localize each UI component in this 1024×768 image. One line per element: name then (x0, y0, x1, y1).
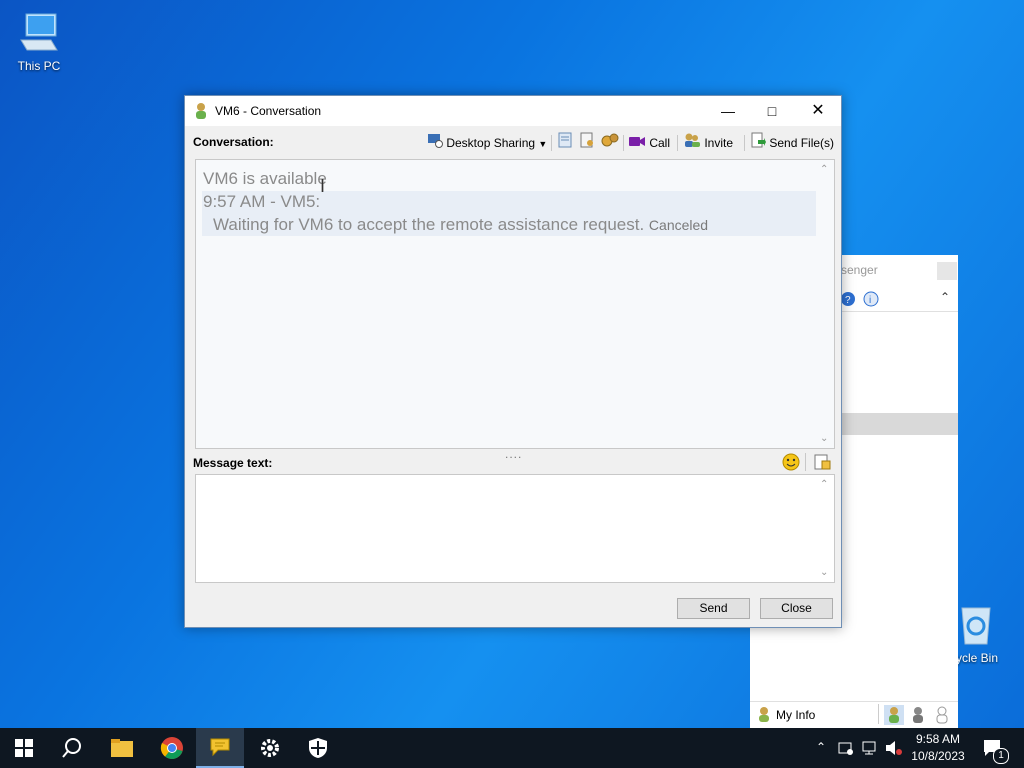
taskbar: ⌃ 9:58 AM 10/8/2023 1 (0, 728, 1024, 768)
conversation-label: Conversation: (193, 135, 274, 149)
messenger-group-row[interactable] (840, 413, 958, 435)
info-icon[interactable]: i (863, 291, 879, 310)
text-cursor-icon: I (320, 176, 326, 196)
messenger-taskbar-button[interactable] (196, 728, 244, 768)
start-button[interactable] (0, 728, 48, 768)
message-input[interactable]: ⌃ ⌄ (195, 474, 835, 583)
search-icon (62, 738, 81, 758)
message-text-label: Message text: (193, 456, 273, 470)
status-divider (878, 704, 879, 724)
network-icon[interactable] (862, 740, 878, 759)
call-button[interactable]: Call (628, 132, 670, 154)
computer-icon (7, 10, 71, 57)
contact-card-icon[interactable] (579, 132, 595, 154)
desktop-sharing-button[interactable]: Desktop Sharing ▼ (427, 132, 547, 154)
maximize-button[interactable]: □ (749, 96, 795, 126)
folder-icon (111, 739, 133, 757)
splitter-grip-icon[interactable]: .... (505, 447, 522, 461)
file-explorer-button[interactable] (98, 728, 146, 768)
chrome-icon (160, 737, 183, 759)
my-info-label[interactable]: My Info (776, 708, 815, 722)
chrome-button[interactable] (148, 728, 196, 768)
message-header: 9:57 AM - VM5: (203, 192, 321, 211)
notification-count-badge: 1 (993, 748, 1009, 764)
message-text-line: Waiting for VM6 to accept the remote ass… (213, 215, 708, 235)
settings-gears-icon[interactable] (601, 132, 619, 154)
shield-icon (309, 738, 327, 758)
volume-muted-icon[interactable] (885, 740, 903, 759)
notebook-icon[interactable] (557, 132, 573, 154)
tray-chevron-icon[interactable]: ⌃ (816, 740, 826, 754)
contact-icon (193, 102, 209, 123)
windows-logo-icon (15, 739, 33, 757)
recycle-bin-icon (956, 602, 1024, 649)
gear-icon (261, 739, 279, 757)
messenger-window-button[interactable] (937, 262, 957, 280)
toolbar-separator (623, 135, 624, 151)
this-pc-desktop-icon[interactable]: This PC (7, 10, 71, 73)
scroll-down-icon[interactable]: ⌄ (820, 567, 828, 578)
security-button[interactable] (294, 728, 342, 768)
search-button[interactable] (48, 728, 96, 768)
invite-label: Invite (704, 136, 734, 150)
desktop-sharing-label: Desktop Sharing (446, 136, 536, 150)
scroll-up-icon[interactable]: ⌃ (820, 479, 828, 490)
toolbar-separator (677, 135, 678, 151)
messenger-chat-icon (210, 738, 230, 757)
scroll-down-icon[interactable]: ⌄ (820, 433, 828, 444)
conversation-scrollbar[interactable]: ⌃ ⌄ (817, 160, 834, 448)
my-info-icon (756, 706, 772, 725)
this-pc-label: This PC (17, 59, 61, 73)
emoticon-icon[interactable] (782, 453, 800, 474)
clock-time[interactable]: 9:58 AM (906, 732, 970, 746)
close-button[interactable]: Close (760, 598, 833, 619)
recycle-bin-desktop-icon[interactable]: cycle Bin (950, 602, 1024, 665)
toolbar-separator (744, 135, 745, 151)
close-window-button[interactable]: ✕ (795, 96, 841, 126)
conversation-toolbar: Desktop Sharing ▼ Call Invite Send File(… (427, 132, 835, 154)
clock-date[interactable]: 10/8/2023 (906, 749, 970, 763)
scroll-up-icon[interactable]: ⌃ (820, 164, 828, 175)
messenger-divider (840, 311, 958, 312)
message-scrollbar[interactable]: ⌃ ⌄ (817, 475, 834, 582)
invite-people-icon (683, 132, 701, 155)
toolbar-separator (551, 135, 552, 151)
status-online-icon[interactable] (884, 705, 904, 725)
collapse-chevron-icon[interactable]: ⌃ (940, 290, 950, 304)
status-busy-icon[interactable] (908, 705, 928, 728)
dropdown-arrow-icon: ▼ (538, 139, 548, 149)
desktop-sharing-icon (427, 132, 443, 155)
help-icon[interactable]: ? (840, 291, 856, 310)
send-button[interactable]: Send (677, 598, 750, 619)
window-title: VM6 - Conversation (215, 104, 322, 118)
minimize-button[interactable]: — (705, 96, 751, 126)
conversation-window[interactable]: VM6 - Conversation — □ ✕ Conversation: D… (184, 95, 842, 628)
message-body: Waiting for VM6 to accept the remote ass… (213, 215, 645, 234)
messenger-status-bar: My Info (750, 701, 958, 728)
status-line: VM6 is available (203, 169, 327, 188)
settings-button[interactable] (246, 728, 294, 768)
svg-text:?: ? (845, 295, 851, 306)
send-files-button[interactable]: Send File(s) (750, 132, 834, 154)
remote-assistance-tray-icon[interactable] (838, 740, 854, 759)
conversation-history[interactable]: VM6 is available 9:57 AM - VM5: Waiting … (195, 159, 835, 449)
format-text-icon[interactable] (813, 453, 831, 474)
video-camera-icon (628, 133, 646, 155)
window-titlebar[interactable]: VM6 - Conversation — □ ✕ (185, 96, 841, 126)
call-label: Call (649, 136, 671, 150)
send-files-label: Send File(s) (769, 136, 835, 150)
message-toolbar-separator (805, 453, 806, 471)
invite-button[interactable]: Invite (683, 132, 733, 154)
svg-text:i: i (869, 295, 871, 306)
status-offline-icon[interactable] (932, 705, 952, 728)
message-status: Canceled (648, 217, 709, 233)
send-file-icon (750, 132, 766, 155)
